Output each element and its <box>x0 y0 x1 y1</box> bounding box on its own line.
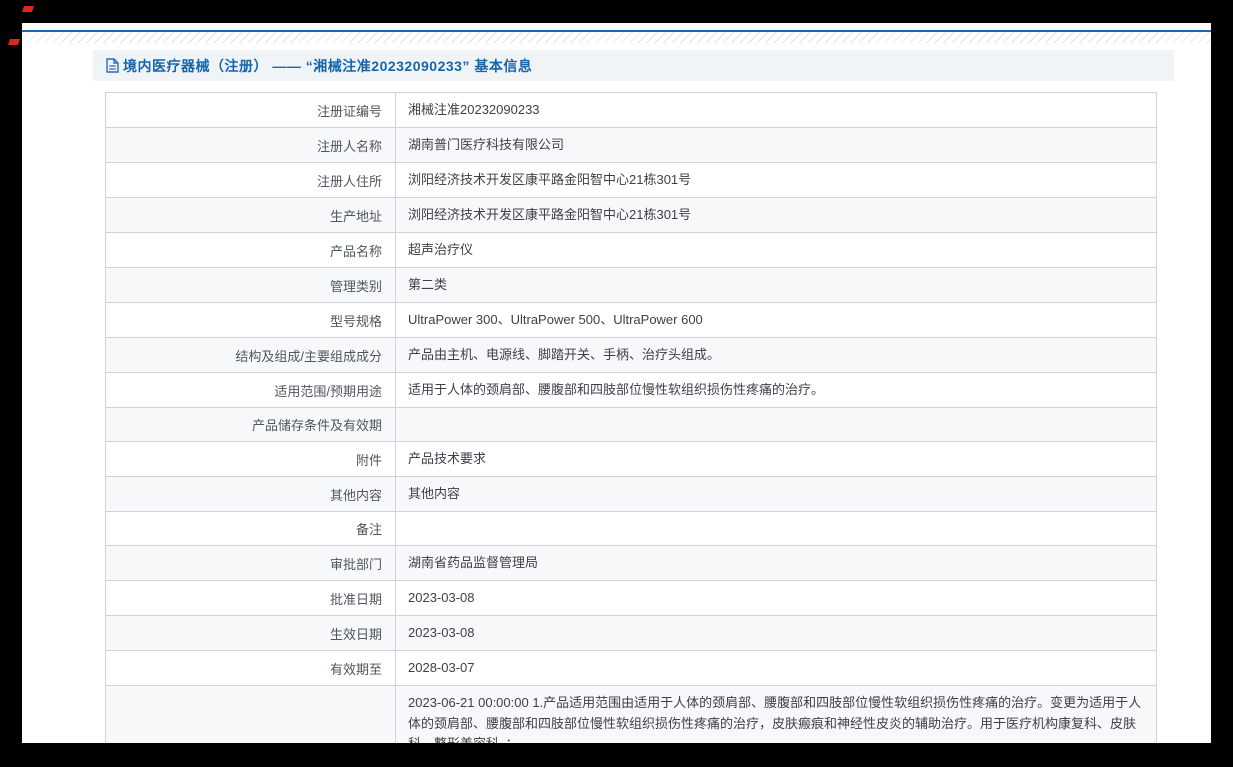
field-value: 第二类 <box>395 267 1157 303</box>
table-row: 生效日期 2023-03-08 <box>105 615 1157 651</box>
field-label: 有效期至 <box>105 650 396 686</box>
field-value: 2028-03-07 <box>395 650 1157 686</box>
field-label: 产品储存条件及有效期 <box>105 407 396 442</box>
field-value: 湘械注准20232090233 <box>395 92 1157 128</box>
table-row: 有效期至 2028-03-07 <box>105 650 1157 686</box>
section-header-bar: 境内医疗器械（注册） —— “湘械注准20232090233” 基本信息 <box>93 50 1174 81</box>
field-label: 变更情况 <box>105 685 396 743</box>
field-value: 浏阳经济技术开发区康平路金阳智中心21栋301号 <box>395 162 1157 198</box>
field-value: 超声治疗仪 <box>395 232 1157 268</box>
registration-info-table-wrap: 注册证编号 湘械注准20232090233 注册人名称 湖南普门医疗科技有限公司 注册人… <box>105 92 1157 743</box>
red-screen-mark <box>22 6 34 12</box>
field-label: 管理类别 <box>105 267 396 303</box>
document-icon <box>106 58 119 73</box>
field-value: UltraPower 300、UltraPower 500、UltraPower… <box>395 302 1157 338</box>
field-label: 附件 <box>105 441 396 477</box>
table-row: 附件 产品技术要求 <box>105 441 1157 477</box>
table-row: 适用范围/预期用途 适用于人体的颈肩部、腰腹部和四肢部位慢性软组织损伤性疼痛的治疗… <box>105 372 1157 408</box>
field-value: 其他内容 <box>395 476 1157 512</box>
registration-info-table: 注册证编号 湘械注准20232090233 注册人名称 湖南普门医疗科技有限公司 注册人… <box>105 92 1157 743</box>
page-title: 境内医疗器械（注册） —— “湘械注准20232090233” 基本信息 <box>123 57 533 74</box>
field-value: 浏阳经济技术开发区康平路金阳智中心21栋301号 <box>395 197 1157 233</box>
table-row: 审批部门 湖南省药品监督管理局 <box>105 545 1157 581</box>
table-row: 型号规格 UltraPower 300、UltraPower 500、UltraP… <box>105 302 1157 338</box>
table-row: 产品储存条件及有效期 <box>105 407 1157 442</box>
field-value: 湖南普门医疗科技有限公司 <box>395 127 1157 163</box>
field-label: 备注 <box>105 511 396 546</box>
table-row: 变更情况2023-06-21 00:00:00 1.产品适用范围由适用于人体的颈… <box>105 685 1157 743</box>
field-label: 结构及组成/主要组成成分 <box>105 337 396 373</box>
field-value <box>395 407 1157 442</box>
field-label: 适用范围/预期用途 <box>105 372 396 408</box>
field-value: 适用于人体的颈肩部、腰腹部和四肢部位慢性软组织损伤性疼痛的治疗。 <box>395 372 1157 408</box>
table-row: 备注 <box>105 511 1157 546</box>
red-screen-mark <box>8 39 20 45</box>
field-value: 2023-03-08 <box>395 580 1157 616</box>
field-value: 产品技术要求 <box>395 441 1157 477</box>
field-label: 生效日期 <box>105 615 396 651</box>
table-row: 管理类别 第二类 <box>105 267 1157 303</box>
field-label: 生产地址 <box>105 197 396 233</box>
table-row: 注册人名称 湖南普门医疗科技有限公司 <box>105 127 1157 163</box>
table-row: 批准日期 2023-03-08 <box>105 580 1157 616</box>
field-value: 2023-03-08 <box>395 615 1157 651</box>
table-row: 其他内容 其他内容 <box>105 476 1157 512</box>
field-value: 湖南省药品监督管理局 <box>395 545 1157 581</box>
field-label: 注册人住所 <box>105 162 396 198</box>
field-value-line: 2023-06-21 00:00:00 1.产品适用范围由适用于人体的颈肩部、腰… <box>408 695 1142 743</box>
desktop-frame: { "frame": { "background_color": "#00000… <box>0 0 1233 767</box>
field-label: 注册证编号 <box>105 92 396 128</box>
field-label: 批准日期 <box>105 580 396 616</box>
field-label: 注册人名称 <box>105 127 396 163</box>
browser-page: 境内医疗器械（注册） —— “湘械注准20232090233” 基本信息 注册证… <box>22 23 1211 743</box>
field-label: 型号规格 <box>105 302 396 338</box>
field-label: 审批部门 <box>105 545 396 581</box>
field-value: 产品由主机、电源线、脚踏开关、手柄、治疗头组成。 <box>395 337 1157 373</box>
table-row: 结构及组成/主要组成成分 产品由主机、电源线、脚踏开关、手柄、治疗头组成。 <box>105 337 1157 373</box>
table-row: 产品名称 超声治疗仪 <box>105 232 1157 268</box>
table-row: 注册人住所 浏阳经济技术开发区康平路金阳智中心21栋301号 <box>105 162 1157 198</box>
table-row: 注册证编号 湘械注准20232090233 <box>105 92 1157 128</box>
diagonal-hatch-decoration <box>22 32 1211 43</box>
table-row: 生产地址 浏阳经济技术开发区康平路金阳智中心21栋301号 <box>105 197 1157 233</box>
field-label: 产品名称 <box>105 232 396 268</box>
field-value: 2023-06-21 00:00:00 1.产品适用范围由适用于人体的颈肩部、腰… <box>395 685 1157 743</box>
field-label: 其他内容 <box>105 476 396 512</box>
field-value <box>395 511 1157 546</box>
